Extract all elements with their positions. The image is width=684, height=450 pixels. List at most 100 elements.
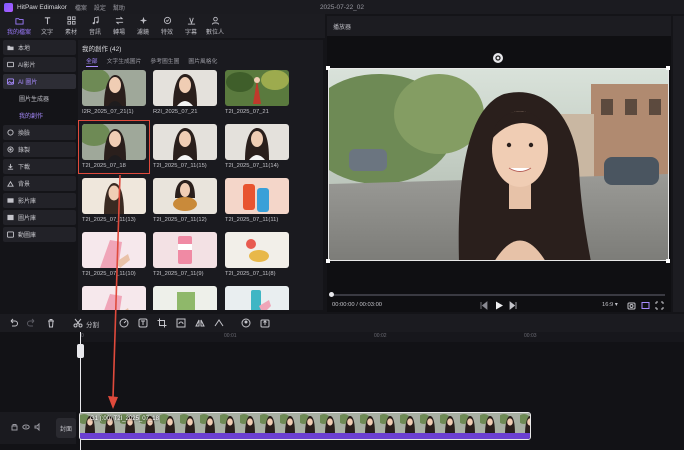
filter-icon [139, 16, 147, 25]
library-item[interactable]: R2I_2025_07_21 [153, 70, 217, 115]
tool-effect[interactable]: 特效 [155, 16, 179, 38]
mirror-icon[interactable] [195, 318, 205, 328]
library-item[interactable]: T2I_2025_07_11(10) [82, 232, 146, 277]
transport-controls [480, 301, 517, 310]
effect-icon [163, 16, 171, 25]
crop-icon[interactable] [157, 318, 167, 328]
sidebar-item-face-swap[interactable]: 換臉 [3, 125, 76, 140]
tab-text-to-image[interactable]: 文字生成圖片 [107, 56, 142, 67]
filmstrip-frame [458, 413, 480, 435]
filmstrip-frame [338, 413, 360, 435]
speed-icon[interactable] [119, 318, 129, 328]
tool-label: 特效 [160, 30, 173, 36]
grid-icon [66, 16, 76, 25]
library-item[interactable]: T2I_2025_07_21 [225, 70, 289, 115]
tab-all[interactable]: 全部 [86, 56, 98, 67]
resize-handle[interactable] [666, 66, 670, 70]
resize-handle[interactable] [326, 66, 330, 70]
library-item-thumbnail [225, 286, 289, 310]
resize-handle[interactable] [326, 259, 330, 263]
ruler-mark: 00:03 [524, 333, 537, 339]
library-item[interactable]: T2I_2025_07_11(8) [225, 232, 289, 277]
playback-progress-knob[interactable] [329, 292, 334, 297]
timeline-video-clip[interactable]: G1 (:00) T2I_2025_07_18 [79, 412, 531, 440]
library-item[interactable]: T2I_2025_07_11(14) [225, 124, 289, 169]
sidebar-item-local[interactable]: 本地 [3, 40, 76, 55]
library-title: 我的創作 (42) [82, 46, 122, 53]
library-item[interactable]: I2R_2025_07_21(1) [82, 70, 146, 115]
split-icon[interactable] [73, 318, 83, 328]
menu-settings[interactable]: 設定 [94, 3, 106, 12]
sidebar-item-background[interactable]: 背景 [3, 176, 76, 191]
undo-icon[interactable] [8, 318, 18, 328]
sidebar-item-label: 錄製 [18, 148, 31, 154]
lock-icon[interactable] [11, 424, 18, 431]
redo-icon[interactable] [27, 318, 37, 328]
tool-transition[interactable]: 轉場 [107, 16, 131, 38]
library-item[interactable] [225, 286, 289, 310]
export-icon[interactable] [260, 318, 270, 328]
app-logo-icon [4, 2, 13, 12]
face-swap-icon [7, 129, 14, 136]
timeline-ruler[interactable]: 0 00:01 00:02 00:03 [80, 332, 684, 342]
library-item-name: T2I_2025_07_11(13) [82, 217, 136, 223]
tab-image-stylize[interactable]: 圖片風格化 [188, 56, 217, 67]
library-item[interactable]: T2I_2025_07_11(13) [82, 178, 146, 223]
library-item[interactable] [82, 286, 146, 310]
text-icon[interactable] [138, 318, 148, 328]
rotate-handle-icon[interactable] [492, 52, 504, 64]
library-item[interactable]: T2I_2025_07_11(9) [153, 232, 217, 277]
library-item-thumbnail [82, 232, 146, 268]
sidebar-item-label: 本地 [18, 46, 31, 52]
cover-button[interactable]: 封面 [56, 418, 76, 438]
avatar-icon[interactable] [241, 318, 251, 328]
preview-video-frame[interactable] [328, 68, 669, 261]
rotate-icon[interactable] [176, 318, 186, 328]
sidebar-item-video-library[interactable]: 影片庫 [3, 193, 76, 208]
menu-help[interactable]: 幫助 [113, 3, 125, 12]
music-icon [92, 16, 99, 25]
playhead-handle[interactable] [77, 344, 84, 358]
tab-image-to-image[interactable]: 參考圖生圖 [150, 56, 179, 67]
sidebar-item-download[interactable]: 下載 [3, 159, 76, 174]
clip-audio-bar [80, 433, 530, 439]
next-frame-icon[interactable] [509, 301, 517, 310]
sidebar-sub-my-creations[interactable]: 我的創作 [3, 108, 76, 122]
sidebar-item-image-library[interactable]: 圖片庫 [3, 210, 76, 225]
effect-icon[interactable] [214, 318, 224, 328]
library-item-thumbnail [225, 124, 289, 160]
sidebar-item-label: AI影片 [18, 63, 36, 69]
delete-icon[interactable] [46, 318, 56, 328]
tool-materials[interactable]: 素材 [59, 16, 83, 38]
library-item[interactable]: T2I_2025_07_11(11) [225, 178, 289, 223]
visibility-icon[interactable] [22, 424, 30, 430]
tool-digital-human[interactable]: 數位人 [203, 16, 227, 38]
aspect-ratio-select[interactable]: 16:9 ▾ [602, 302, 618, 308]
sidebar-item-ai-video[interactable]: AI影片 [3, 57, 76, 72]
snapshot-icon[interactable] [627, 302, 636, 310]
selected-item-highlight [78, 120, 150, 174]
library-item[interactable]: T2I_2025_07_11(12) [153, 178, 217, 223]
tool-my-files[interactable]: 我的檔案 [3, 16, 35, 38]
resize-handle[interactable] [666, 259, 670, 263]
fullscreen-icon[interactable] [655, 301, 664, 310]
tool-audio[interactable]: 音訊 [83, 16, 107, 38]
tool-filter[interactable]: 濾鏡 [131, 16, 155, 38]
play-icon[interactable] [496, 301, 503, 310]
mute-icon[interactable] [34, 423, 40, 431]
library-item[interactable]: T2I_2025_07_11(15) [153, 124, 217, 169]
tool-subtitle[interactable]: 字幕 [179, 16, 203, 38]
menu-file[interactable]: 檔案 [75, 3, 87, 12]
quality-icon[interactable] [641, 302, 650, 309]
sidebar-item-gif-library[interactable]: 動圖庫 [3, 227, 76, 242]
tool-text[interactable]: 文字 [35, 16, 59, 38]
sidebar-item-ai-image[interactable]: AI 圖片 [3, 74, 76, 89]
sidebar-sub-image-generator[interactable]: 圖片生成器 [3, 91, 76, 105]
sidebar-item-record[interactable]: 錄製 [3, 142, 76, 157]
filmstrip-frame [198, 413, 220, 435]
split-label[interactable]: 分割 [86, 319, 99, 329]
playback-progress-track[interactable] [331, 294, 665, 296]
library-item[interactable] [153, 286, 217, 310]
filmstrip-frame [418, 413, 440, 435]
prev-frame-icon[interactable] [480, 301, 488, 310]
